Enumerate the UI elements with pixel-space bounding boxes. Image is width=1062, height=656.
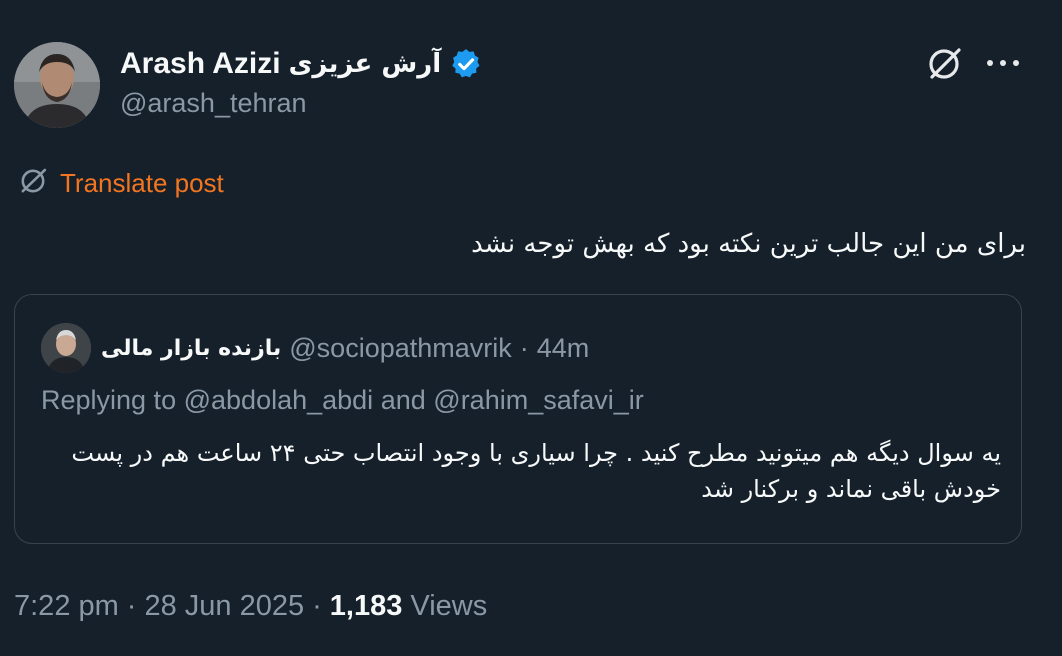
tweet-text: برای من این جالب ترین نکته بود که بهش تو… — [471, 229, 1026, 259]
replying-and: and — [380, 385, 426, 415]
translate-post-label[interactable]: Translate post — [60, 168, 224, 199]
tweet-time[interactable]: 7:22 pm — [14, 590, 119, 623]
verified-badge-icon — [449, 47, 483, 81]
quoted-avatar-photo — [41, 323, 91, 373]
views-label: Views — [410, 589, 488, 622]
grok-icon[interactable] — [924, 44, 964, 84]
quoted-tweet-text: یه سوال دیگه هم میتونید مطرح کنید . چرا … — [71, 439, 1001, 503]
author-avatar[interactable] — [14, 42, 100, 128]
author-handle[interactable]: @arash_tehran — [120, 88, 307, 119]
meta-separator: · — [126, 589, 137, 622]
avatar-photo — [14, 42, 100, 128]
reply-mention-2[interactable]: @rahim_safavi_ir — [433, 385, 643, 415]
quoted-author-handle[interactable]: @sociopathmavrik — [289, 333, 512, 364]
replying-prefix: Replying to — [41, 385, 177, 415]
translate-post-button[interactable]: Translate post — [16, 164, 224, 202]
quoted-author-avatar — [41, 323, 91, 373]
author-name-fa[interactable]: آرش عزیزی — [289, 49, 442, 79]
tweet-meta: 7:22 pm · 28 Jun 2025 · 1,183 Views — [14, 586, 487, 626]
quoted-tweet[interactable]: بازنده بازار مالی @sociopathmavrik · 44m… — [14, 294, 1022, 544]
translate-icon — [16, 164, 50, 202]
views-count: 1,183 — [329, 589, 403, 622]
meta-separator-2: · — [312, 589, 322, 622]
tweet-date[interactable]: 28 Jun 2025 — [144, 590, 304, 623]
more-icon[interactable] — [982, 48, 1026, 78]
author-name[interactable]: Arash Azizi — [120, 47, 281, 81]
quoted-header: بازنده بازار مالی @sociopathmavrik · 44m — [101, 327, 589, 369]
quoted-timestamp[interactable]: 44m — [537, 333, 590, 364]
quoted-author-name[interactable]: بازنده بازار مالی — [101, 336, 281, 361]
quoted-separator: · — [519, 332, 529, 363]
reply-mention-1[interactable]: @abdolah_abdi — [184, 385, 374, 415]
author-name-row[interactable]: Arash Azizi آرش عزیزی — [120, 44, 483, 84]
replying-to: Replying to @abdolah_abdi and @rahim_saf… — [41, 385, 644, 416]
